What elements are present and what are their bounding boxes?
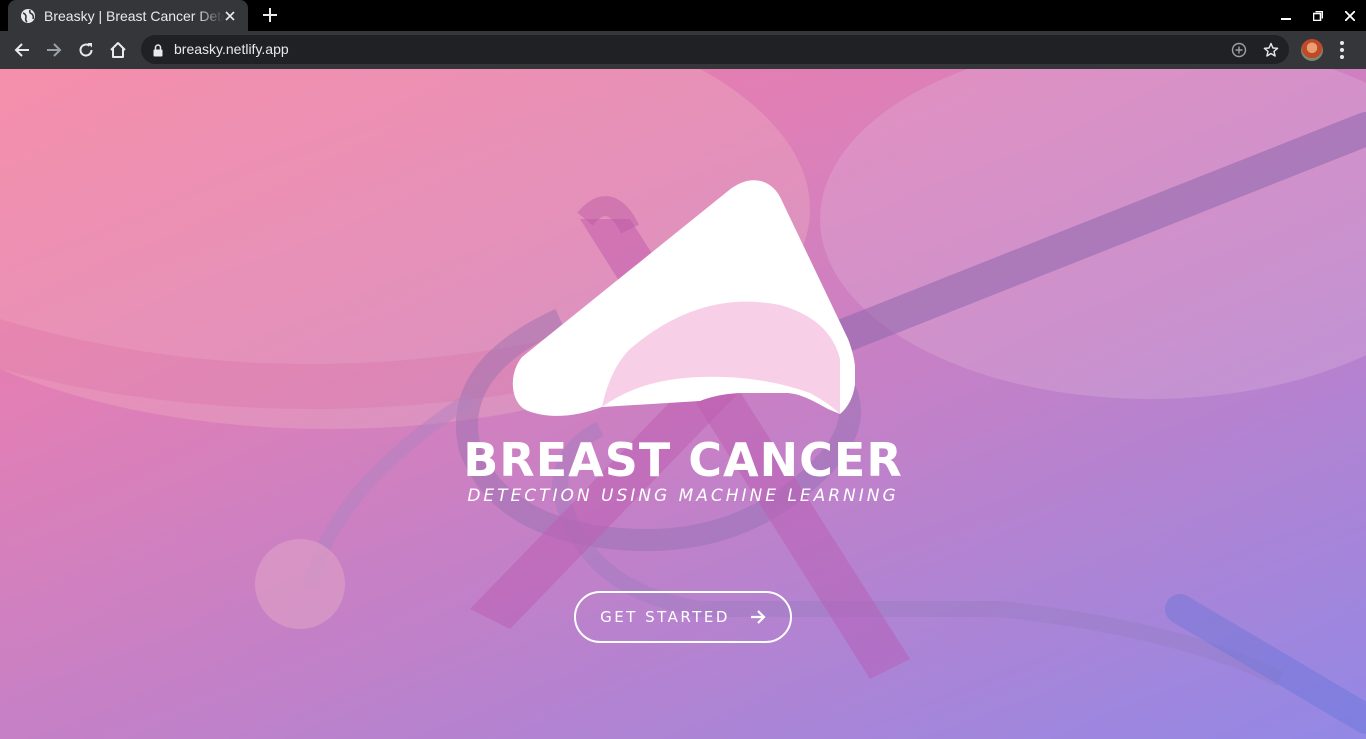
- reload-button[interactable]: [74, 38, 98, 62]
- tab-title: Breasky | Breast Cancer Detection: [44, 7, 224, 24]
- minimize-button[interactable]: [1270, 0, 1302, 31]
- browser-tab[interactable]: Breasky | Breast Cancer Detection: [8, 0, 248, 31]
- url-text[interactable]: breasky.netlify.app: [174, 41, 289, 57]
- close-window-button[interactable]: [1334, 0, 1366, 31]
- close-tab-icon[interactable]: [222, 8, 238, 24]
- new-tab-button[interactable]: [260, 5, 280, 25]
- hero-section: BREAST CANCER DETECTION USING MACHINE LE…: [0, 69, 1366, 739]
- back-button[interactable]: [10, 38, 34, 62]
- get-started-button[interactable]: GET STARTED: [574, 591, 792, 643]
- window-controls: [1270, 0, 1366, 31]
- home-icon: [110, 42, 126, 58]
- minimize-icon: [1281, 17, 1291, 20]
- globe-icon: [20, 8, 36, 24]
- star-icon[interactable]: [1261, 40, 1281, 60]
- browser-menu-icon[interactable]: [1333, 39, 1351, 61]
- install-app-icon[interactable]: [1229, 40, 1249, 60]
- home-button[interactable]: [106, 38, 130, 62]
- forward-button[interactable]: [42, 38, 66, 62]
- lock-icon[interactable]: [153, 42, 163, 61]
- reload-icon: [79, 43, 93, 57]
- hero-subtitle: DETECTION USING MACHINE LEARNING: [467, 486, 899, 506]
- tab-strip: Breasky | Breast Cancer Detection: [0, 0, 1366, 31]
- hero-title: BREAST CANCER: [463, 433, 903, 487]
- breasky-logo: [512, 180, 855, 416]
- address-bar[interactable]: breasky.netlify.app: [141, 35, 1289, 64]
- restore-icon: [1313, 10, 1323, 21]
- arrow-right-icon: [47, 43, 62, 57]
- arrow-right-icon: [750, 610, 766, 624]
- profile-avatar[interactable]: [1301, 39, 1323, 61]
- close-icon: [1345, 10, 1355, 21]
- restore-button[interactable]: [1302, 0, 1334, 31]
- get-started-label: GET STARTED: [600, 608, 730, 626]
- plus-icon: [263, 8, 277, 22]
- browser-toolbar: breasky.netlify.app: [0, 31, 1366, 69]
- arrow-left-icon: [14, 43, 29, 57]
